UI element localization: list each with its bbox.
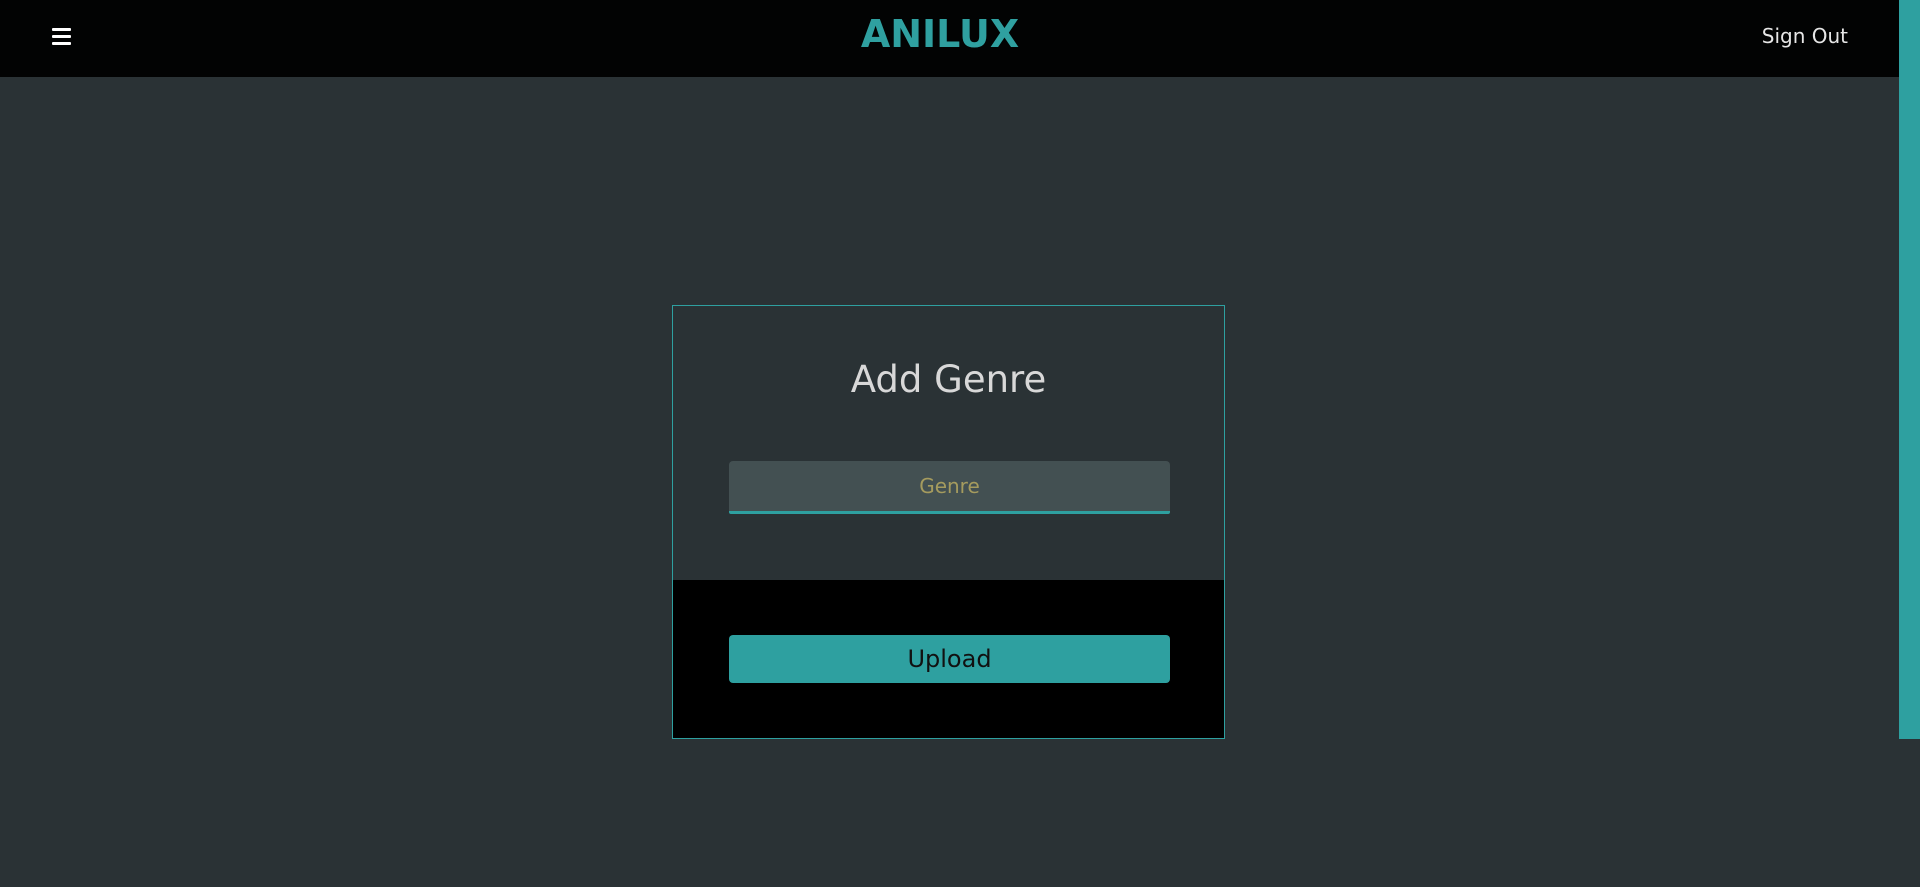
- scrollbar-thumb[interactable]: [1899, 0, 1920, 739]
- brand-logo[interactable]: ANILUX: [0, 12, 1880, 56]
- top-navbar: ANILUX Sign Out: [0, 0, 1899, 77]
- form-title: Add Genre: [850, 358, 1047, 401]
- upload-button[interactable]: Upload: [729, 635, 1170, 683]
- genre-input[interactable]: [729, 461, 1170, 514]
- card-footer: Upload: [673, 580, 1224, 738]
- sign-out-link[interactable]: Sign Out: [1762, 24, 1848, 48]
- add-genre-card: Add Genre Upload: [672, 305, 1225, 739]
